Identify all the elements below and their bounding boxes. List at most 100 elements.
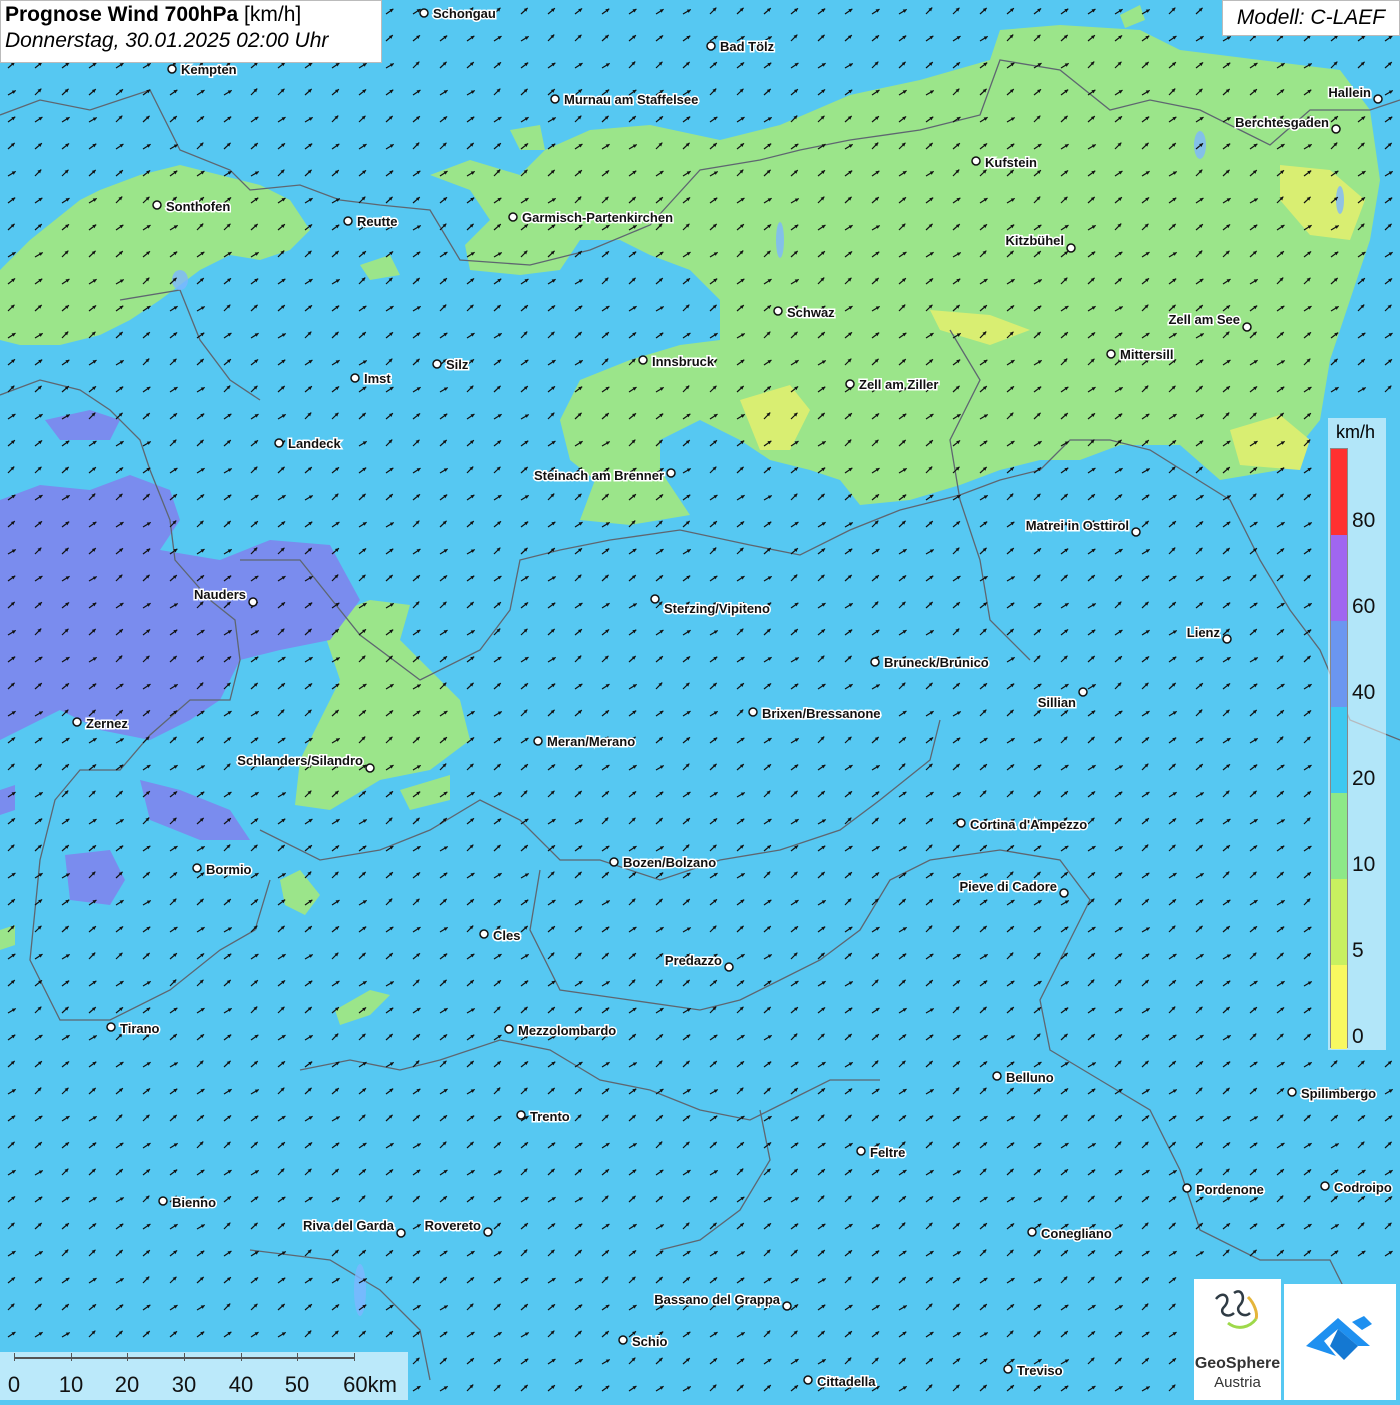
city-brixen[interactable]: Brixen/Bressanone [748,705,882,723]
legend-label-60: 60 [1352,595,1376,618]
city-label: Kitzbühel [1006,233,1065,248]
partner-logo[interactable] [1284,1284,1396,1400]
city-label: Meran/Merano [547,734,635,749]
city-mezzolombardo[interactable]: Mezzolombardo [504,1022,618,1040]
city-label: Tirano [120,1021,160,1036]
city-label: Feltre [870,1145,905,1160]
city-garmisch[interactable]: Garmisch-Partenkirchen [508,209,675,227]
city-label: Zernez [86,716,128,731]
city-label: Mittersill [1120,347,1173,362]
scale-label-40: 40 [228,1372,254,1397]
legend-label-10: 10 [1352,853,1376,876]
strong-zone-5 [0,785,15,815]
city-label: Conegliano [1041,1226,1112,1241]
city-bozen[interactable]: Bozen/Bolzano [609,854,718,872]
legend-seg-5 [1331,879,1347,965]
scale-label-0: 0 [7,1372,21,1397]
color-legend: km/h 80 60 40 20 10 5 0 [1328,418,1386,1050]
legend-label-0: 0 [1352,1025,1364,1048]
city-cortina[interactable]: Cortina d'Ampezzo [956,816,1089,834]
city-label: Sterzing/Vipiteno [664,601,770,616]
city-label: Trento [530,1109,570,1124]
city-label: Sillian [1038,695,1076,710]
legend-unit: km/h [1336,422,1376,442]
city-label: Hallein [1328,85,1371,100]
legend-label-5: 5 [1352,939,1364,962]
legend-seg-0 [1331,965,1347,1049]
city-murnau[interactable]: Murnau am Staffelsee [550,91,700,109]
legend-seg-10 [1331,793,1347,879]
model-label: Modell: C-LAEF [1222,0,1400,36]
city-label: Zell am See [1168,312,1240,327]
legend-label-40: 40 [1352,681,1376,704]
title-unit: [km/h] [244,3,302,26]
scale-label-50: 50 [284,1372,310,1397]
city-label: Predazzo [665,953,722,968]
scale-tick [354,1353,355,1361]
city-conegliano[interactable]: Conegliano [1027,1225,1113,1243]
legend-label-80: 80 [1352,509,1376,532]
city-label: Kempten [181,62,237,77]
city-label: Cittadella [817,1374,876,1389]
city-bruneck[interactable]: Bruneck/Brunico [870,654,990,672]
city-label: Mezzolombardo [518,1023,616,1038]
city-label: Bruneck/Brunico [884,655,989,670]
scale-bar: 0 10 20 30 40 50 60km [0,1352,408,1400]
legend-seg-60 [1331,535,1347,621]
forecast-datetime: Donnerstag, 30.01.2025 02:00 Uhr [5,29,329,52]
city-meran[interactable]: Meran/Merano [533,733,637,751]
lake-1 [776,222,784,258]
city-label: Reutte [357,214,397,229]
map-title: Prognose Wind 700hPa [km/h] [5,3,377,27]
city-label: Schwaz [787,305,835,320]
legend-label-20: 20 [1352,767,1376,790]
city-zell-am-ziller[interactable]: Zell am Ziller [845,376,940,394]
city-label: Kufstein [985,155,1037,170]
scale-tick [184,1353,185,1361]
city-label: Cles [493,928,520,943]
city-label: Schongau [433,6,496,21]
scale-tick [241,1353,242,1361]
city-label: Silz [446,357,469,372]
city-label: Codroipo [1334,1180,1392,1195]
city-spilimbergo[interactable]: Spilimbergo [1287,1085,1378,1103]
city-label: Steinach am Brenner [534,468,664,483]
city-label: Berchtesgaden [1235,115,1329,130]
city-label: Pordenone [1196,1182,1264,1197]
legend-color-bar [1330,448,1348,1049]
scale-tick [71,1353,72,1361]
city-label: Bienno [172,1195,216,1210]
geosphere-name: GeoSphere [1194,1355,1281,1372]
city-label: Pieve di Cadore [959,879,1057,894]
city-label: Bozen/Bolzano [623,855,716,870]
city-label: Sonthofen [166,199,230,214]
city-label: Cortina d'Ampezzo [970,817,1087,832]
city-label: Landeck [288,436,342,451]
legend-seg-40 [1331,621,1347,707]
lake-5 [354,1264,366,1316]
city-label: Treviso [1017,1363,1063,1378]
scale-tick [127,1353,128,1361]
city-steinach[interactable]: Steinach am Brenner [532,467,676,485]
city-label: Matrei in Osttirol [1026,518,1129,533]
city-label: Spilimbergo [1301,1086,1376,1101]
scale-tick [14,1353,15,1361]
scale-label-60: 60km [343,1372,397,1397]
geosphere-logo[interactable]: GeoSphere Austria [1194,1279,1281,1400]
city-label: Rovereto [425,1218,481,1233]
city-label: Innsbruck [652,354,715,369]
scale-label-30: 30 [171,1372,197,1397]
legend-seg-20 [1331,707,1347,793]
city-label: Brixen/Bressanone [762,706,881,721]
city-label: Bormio [206,862,252,877]
city-label: Schio [632,1334,667,1349]
city-pordenone[interactable]: Pordenone [1182,1181,1265,1199]
geosphere-country: Austria [1214,1374,1261,1391]
geosphere-emblem-icon [1215,1290,1258,1329]
scale-tick [297,1353,298,1361]
city-label: Schlanders/Silandro [237,753,363,768]
city-label: Murnau am Staffelsee [564,92,698,107]
city-label: Belluno [1006,1070,1054,1085]
legend-seg-80 [1331,449,1347,535]
city-label: Riva del Garda [303,1218,395,1233]
